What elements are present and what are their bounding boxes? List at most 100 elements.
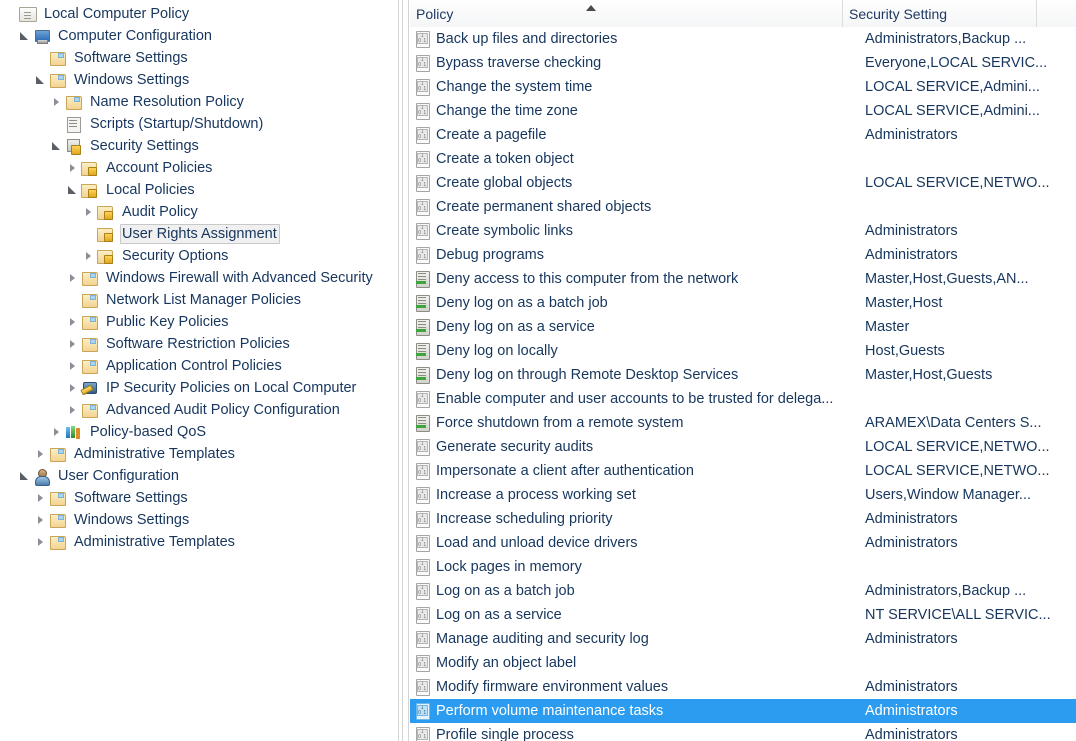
tree-item-windows-firewall-with-advanced-security[interactable]: Windows Firewall with Advanced Security bbox=[0, 267, 397, 289]
user-right-icon bbox=[414, 582, 432, 600]
tree-item-administrative-templates[interactable]: Administrative Templates bbox=[0, 531, 397, 553]
collapse-triangle-icon[interactable] bbox=[18, 465, 33, 487]
policy-row[interactable]: Generate security audits LOCAL SERVICE,NE… bbox=[410, 435, 1076, 459]
expand-triangle-icon[interactable] bbox=[66, 377, 81, 399]
tree-item-user-configuration[interactable]: User Configuration bbox=[0, 465, 397, 487]
expand-triangle-icon[interactable] bbox=[50, 421, 65, 443]
policy-row[interactable]: Increase scheduling priority Administrato… bbox=[410, 507, 1076, 531]
policy-row[interactable]: Modify firmware environment values Admini… bbox=[410, 675, 1076, 699]
policy-name-cell: Log on as a batch job bbox=[436, 583, 575, 599]
tree-item-windows-settings[interactable]: Windows Settings bbox=[0, 509, 397, 531]
tree-item-scripts-startup-shutdown[interactable]: Scripts (Startup/Shutdown) bbox=[0, 113, 397, 135]
policy-row[interactable]: Log on as a service NT SERVICE\ALL SERVIC… bbox=[410, 603, 1076, 627]
tree-item-software-restriction-policies[interactable]: Software Restriction Policies bbox=[0, 333, 397, 355]
tree-item-audit-policy[interactable]: Audit Policy bbox=[0, 201, 397, 223]
expand-triangle-icon[interactable] bbox=[66, 333, 81, 355]
policy-row[interactable]: Create a pagefile Administrators bbox=[410, 123, 1076, 147]
expand-triangle-icon[interactable] bbox=[66, 311, 81, 333]
pane-splitter[interactable] bbox=[397, 0, 410, 741]
column-header-policy[interactable]: Policy bbox=[410, 0, 843, 27]
policy-row[interactable]: Create symbolic links Administrators bbox=[410, 219, 1076, 243]
policy-row[interactable]: Force shutdown from a remote system ARAME… bbox=[410, 411, 1076, 435]
tree-item-public-key-policies[interactable]: Public Key Policies bbox=[0, 311, 397, 333]
user-right-icon bbox=[414, 30, 432, 48]
tree-item-application-control-policies[interactable]: Application Control Policies bbox=[0, 355, 397, 377]
security-setting-cell: Users,Window Manager... bbox=[865, 487, 1032, 503]
collapse-triangle-icon[interactable] bbox=[50, 135, 65, 157]
tree-item-label: Local Policies bbox=[106, 182, 195, 198]
tree-item-administrative-templates[interactable]: Administrative Templates bbox=[0, 443, 397, 465]
policy-row[interactable]: Profile single process Administrators bbox=[410, 723, 1076, 741]
tree-item-computer-configuration[interactable]: Computer Configuration bbox=[0, 25, 397, 47]
tree-item-policy-based-qos[interactable]: Policy-based QoS bbox=[0, 421, 397, 443]
policy-row[interactable]: Create a token object bbox=[410, 147, 1076, 171]
policy-name-cell: Modify firmware environment values bbox=[436, 679, 669, 695]
policy-row[interactable]: Deny log on locally Host,Guests bbox=[410, 339, 1076, 363]
policy-row[interactable]: Impersonate a client after authenticatio… bbox=[410, 459, 1076, 483]
user-right-icon bbox=[414, 558, 432, 576]
ip-security-icon bbox=[81, 381, 99, 396]
policy-row[interactable]: Modify an object label bbox=[410, 651, 1076, 675]
tree-item-ip-security-policies-on-local-computer[interactable]: IP Security Policies on Local Computer bbox=[0, 377, 397, 399]
policy-name-cell: Impersonate a client after authenticatio… bbox=[436, 463, 694, 479]
policy-row[interactable]: Bypass traverse checking Everyone,LOCAL S… bbox=[410, 51, 1076, 75]
list-column-headers[interactable]: Policy Security Setting bbox=[410, 0, 1076, 27]
policy-row[interactable]: Create permanent shared objects bbox=[410, 195, 1076, 219]
expand-triangle-icon[interactable] bbox=[82, 201, 97, 223]
collapse-triangle-icon[interactable] bbox=[34, 69, 49, 91]
policy-row[interactable]: Load and unload device drivers Administra… bbox=[410, 531, 1076, 555]
expand-triangle-icon[interactable] bbox=[82, 245, 97, 267]
policy-row[interactable]: Change the time zone LOCAL SERVICE,Admini… bbox=[410, 99, 1076, 123]
expand-triangle-icon[interactable] bbox=[66, 267, 81, 289]
expand-triangle-icon[interactable] bbox=[66, 355, 81, 377]
tree-item-advanced-audit-policy-configuration[interactable]: Advanced Audit Policy Configuration bbox=[0, 399, 397, 421]
folder-icon bbox=[81, 360, 99, 374]
policy-row[interactable]: Change the system time LOCAL SERVICE,Admi… bbox=[410, 75, 1076, 99]
tree-item-software-settings[interactable]: Software Settings bbox=[0, 47, 397, 69]
folder-icon bbox=[49, 536, 67, 550]
expand-triangle-icon[interactable] bbox=[66, 399, 81, 421]
tree-item-security-options[interactable]: Security Options bbox=[0, 245, 397, 267]
policy-name-cell: Deny access to this computer from the ne… bbox=[436, 271, 739, 287]
tree-item-security-settings[interactable]: Security Settings bbox=[0, 135, 397, 157]
policy-list-pane[interactable]: Policy Security Setting Back up files an… bbox=[410, 0, 1076, 741]
tree-item-name-resolution-policy[interactable]: Name Resolution Policy bbox=[0, 91, 397, 113]
collapse-triangle-icon[interactable] bbox=[18, 25, 33, 47]
tree-item-label: Name Resolution Policy bbox=[90, 94, 244, 110]
tree-item-account-policies[interactable]: Account Policies bbox=[0, 157, 397, 179]
policy-name-cell: Lock pages in memory bbox=[436, 559, 582, 575]
policy-row[interactable]: Deny log on as a service Master bbox=[410, 315, 1076, 339]
collapse-triangle-icon[interactable] bbox=[66, 179, 81, 201]
policy-row[interactable]: Perform volume maintenance tasks Administ… bbox=[410, 699, 1076, 723]
column-header-blank[interactable] bbox=[1037, 0, 1076, 27]
policy-row[interactable]: Back up files and directories Administrat… bbox=[410, 27, 1076, 51]
tree-item-windows-settings[interactable]: Windows Settings bbox=[0, 69, 397, 91]
console-tree-pane[interactable]: Local Computer Policy Computer Configurat… bbox=[0, 0, 397, 741]
tree-item-local-policies[interactable]: Local Policies bbox=[0, 179, 397, 201]
expand-triangle-icon[interactable] bbox=[50, 91, 65, 113]
policy-row[interactable]: Manage auditing and security log Administ… bbox=[410, 627, 1076, 651]
policy-row[interactable]: Debug programs Administrators bbox=[410, 243, 1076, 267]
policy-row[interactable]: Create global objects LOCAL SERVICE,NETWO… bbox=[410, 171, 1076, 195]
policy-row[interactable]: Deny log on through Remote Desktop Servi… bbox=[410, 363, 1076, 387]
tree-item-user-rights-assignment[interactable]: User Rights Assignment bbox=[0, 223, 397, 245]
expand-triangle-icon[interactable] bbox=[66, 157, 81, 179]
policy-row[interactable]: Deny access to this computer from the ne… bbox=[410, 267, 1076, 291]
policy-row[interactable]: Deny log on as a batch job Master,Host bbox=[410, 291, 1076, 315]
expand-triangle-icon[interactable] bbox=[34, 487, 49, 509]
expand-triangle-icon[interactable] bbox=[34, 443, 49, 465]
policy-row[interactable]: Increase a process working set Users,Wind… bbox=[410, 483, 1076, 507]
tree-item-local-computer-policy[interactable]: Local Computer Policy bbox=[0, 3, 397, 25]
policy-list-body[interactable]: Back up files and directories Administrat… bbox=[410, 27, 1076, 741]
policy-row[interactable]: Lock pages in memory bbox=[410, 555, 1076, 579]
expand-triangle-icon[interactable] bbox=[34, 509, 49, 531]
policy-row[interactable]: Log on as a batch job Administrators,Back… bbox=[410, 579, 1076, 603]
column-header-security-setting[interactable]: Security Setting bbox=[843, 0, 1037, 27]
tree-item-network-list-manager-policies[interactable]: Network List Manager Policies bbox=[0, 289, 397, 311]
policy-row[interactable]: Enable computer and user accounts to be … bbox=[410, 387, 1076, 411]
policy-name-cell: Create a token object bbox=[436, 151, 574, 167]
tree-item-software-settings[interactable]: Software Settings bbox=[0, 487, 397, 509]
tree-item-label: Public Key Policies bbox=[106, 314, 229, 330]
user-right-icon bbox=[414, 150, 432, 168]
expand-triangle-icon[interactable] bbox=[34, 531, 49, 553]
